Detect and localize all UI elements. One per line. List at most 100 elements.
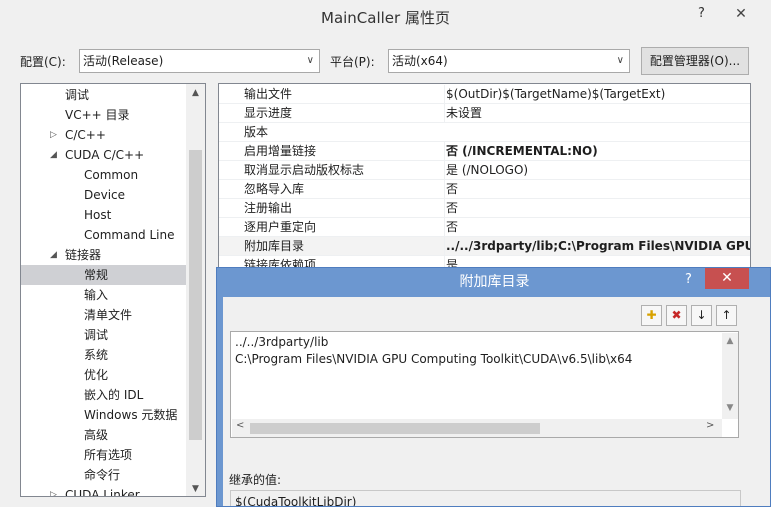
property-name: 注册输出 [244, 201, 293, 215]
tree-item[interactable]: Windows 元数据 [21, 405, 187, 425]
scroll-down-icon[interactable]: ▼ [722, 403, 738, 413]
property-row[interactable]: 版本 [219, 123, 750, 142]
tree-item[interactable]: 输入 [21, 285, 187, 305]
tree-item[interactable]: Host [21, 205, 187, 225]
property-name: 版本 [244, 125, 269, 139]
new-folder-icon[interactable]: ✚ [641, 305, 662, 326]
tree-item-label: Common [84, 168, 139, 182]
scroll-right-icon[interactable]: > [706, 420, 714, 431]
tree-item-label: 所有选项 [84, 448, 133, 462]
scroll-thumb[interactable] [189, 150, 202, 440]
tree-item[interactable]: 高级 [21, 425, 187, 445]
property-name: 启用增量链接 [244, 144, 317, 158]
property-row[interactable]: 取消显示启动版权标志 是 (/NOLOGO) [219, 161, 750, 180]
tree-item[interactable]: ▷ CUDA Linker [21, 485, 187, 497]
tree-item[interactable]: 清单文件 [21, 305, 187, 325]
property-row-selected[interactable]: 附加库目录 ../../3rdparty/lib;C:\Program Files… [219, 237, 750, 256]
help-button[interactable]: ? [698, 6, 705, 21]
arrow-down-icon[interactable]: ↓ [691, 305, 712, 326]
tree-item-label: 系统 [84, 348, 109, 362]
arrow-up-icon[interactable]: ↑ [716, 305, 737, 326]
inherited-values-box: $(CudaToolkitLibDir) [230, 490, 741, 506]
list-item[interactable]: C:\Program Files\NVIDIA GPU Computing To… [235, 352, 632, 366]
config-combo[interactable]: 活动(Release) ∨ [79, 49, 320, 73]
property-grid[interactable]: 输出文件 $(OutDir)$(TargetName)$(TargetExt) 显… [218, 83, 751, 273]
expand-icon[interactable]: ▷ [50, 125, 57, 145]
tree-item[interactable]: Common [21, 165, 187, 185]
tree-item-label: 嵌入的 IDL [84, 388, 144, 402]
directory-list[interactable]: ../../3rdparty/lib C:\Program Files\NVID… [230, 331, 739, 438]
property-name: 附加库目录 [244, 239, 305, 253]
chevron-down-icon: ∨ [616, 55, 624, 66]
tree-item-label: 调试 [84, 328, 109, 342]
tree-item-label: Windows 元数据 [84, 408, 178, 422]
tree-item[interactable]: Device [21, 185, 187, 205]
scroll-up-icon[interactable]: ▲ [186, 88, 205, 98]
tree-item[interactable]: ◢ CUDA C/C++ [21, 145, 187, 165]
list-horizontal-scrollbar[interactable]: < > [232, 419, 722, 437]
tree-item[interactable]: 所有选项 [21, 445, 187, 465]
collapse-icon[interactable]: ◢ [50, 145, 57, 165]
property-name: 显示进度 [244, 106, 293, 120]
property-row[interactable]: 输出文件 $(OutDir)$(TargetName)$(TargetExt) [219, 85, 750, 104]
tree-item-label: 高级 [84, 428, 109, 442]
delete-icon[interactable]: ✖ [666, 305, 687, 326]
tree-item-label: 清单文件 [84, 308, 133, 322]
scroll-thumb[interactable] [250, 423, 540, 434]
expand-icon[interactable]: ▷ [50, 485, 57, 496]
scroll-up-icon[interactable]: ▲ [722, 336, 738, 346]
property-tree[interactable]: 调试 VC++ 目录 ▷ C/C++ ◢ CUDA C/C++ Common Dev… [20, 83, 206, 497]
property-row[interactable]: 启用增量链接 否 (/INCREMENTAL:NO) [219, 142, 750, 161]
collapse-icon[interactable]: ◢ [50, 245, 57, 265]
property-value[interactable]: 是 (/NOLOGO) [444, 161, 528, 180]
list-vertical-scrollbar[interactable]: ▲ ▼ [722, 333, 738, 419]
chevron-down-icon: ∨ [306, 55, 314, 66]
dialog-help-button[interactable]: ? [685, 272, 692, 287]
tree-item[interactable]: ◢ 链接器 [21, 245, 187, 265]
library-dirs-dialog: 附加库目录 ? ✕ ✚ ✖ ↓ ↑ ../../3rdparty/lib C:\… [216, 267, 771, 507]
tree-item[interactable]: 命令行 [21, 465, 187, 485]
scroll-left-icon[interactable]: < [236, 420, 244, 431]
list-item[interactable]: ../../3rdparty/lib [235, 335, 328, 349]
property-value[interactable]: 否 [444, 218, 458, 237]
config-manager-button[interactable]: 配置管理器(O)... [641, 47, 749, 75]
property-value[interactable]: $(OutDir)$(TargetName)$(TargetExt) [444, 85, 665, 104]
tree-item-label: 常规 [84, 268, 109, 282]
property-name: 取消显示启动版权标志 [244, 163, 365, 177]
tree-item-label: 链接器 [65, 248, 102, 262]
close-button[interactable]: ✕ [718, 4, 764, 25]
property-value[interactable]: 否 [444, 199, 458, 218]
property-value[interactable]: 未设置 [444, 104, 482, 123]
tree-item-label: 调试 [65, 88, 90, 102]
inherited-values-label: 继承的值: [229, 473, 282, 487]
tree-item-selected[interactable]: 常规 [21, 265, 187, 285]
tree-item-label: CUDA Linker [65, 488, 140, 497]
tree-item[interactable]: ▷ C/C++ [21, 125, 187, 145]
tree-item[interactable]: 优化 [21, 365, 187, 385]
tree-item-label: Command Line [84, 228, 175, 242]
property-value[interactable]: ../../3rdparty/lib;C:\Program Files\NVID… [444, 237, 750, 256]
property-value[interactable]: 否 [444, 180, 458, 199]
property-row[interactable]: 逐用户重定向 否 [219, 218, 750, 237]
config-label: 配置(C): [20, 55, 66, 69]
property-value[interactable]: 否 (/INCREMENTAL:NO) [444, 142, 598, 161]
tree-item[interactable]: 调试 [21, 85, 187, 105]
tree-item-label: 优化 [84, 368, 109, 382]
tree-item[interactable]: 调试 [21, 325, 187, 345]
property-row[interactable]: 忽略导入库 否 [219, 180, 750, 199]
tree-item-label: Host [84, 208, 112, 222]
property-name: 忽略导入库 [244, 182, 305, 196]
scroll-down-icon[interactable]: ▼ [186, 484, 205, 494]
dialog-frame [217, 297, 223, 506]
property-name: 逐用户重定向 [244, 220, 317, 234]
platform-combo[interactable]: 活动(x64) ∨ [388, 49, 630, 73]
tree-item[interactable]: VC++ 目录 [21, 105, 187, 125]
tree-item[interactable]: Command Line [21, 225, 187, 245]
tree-scrollbar[interactable]: ▲ ▼ [186, 84, 205, 496]
tree-item[interactable]: 系统 [21, 345, 187, 365]
tree-item-label: 输入 [84, 288, 109, 302]
tree-item[interactable]: 嵌入的 IDL [21, 385, 187, 405]
dialog-close-button[interactable]: ✕ [705, 268, 749, 289]
property-row[interactable]: 显示进度 未设置 [219, 104, 750, 123]
property-row[interactable]: 注册输出 否 [219, 199, 750, 218]
